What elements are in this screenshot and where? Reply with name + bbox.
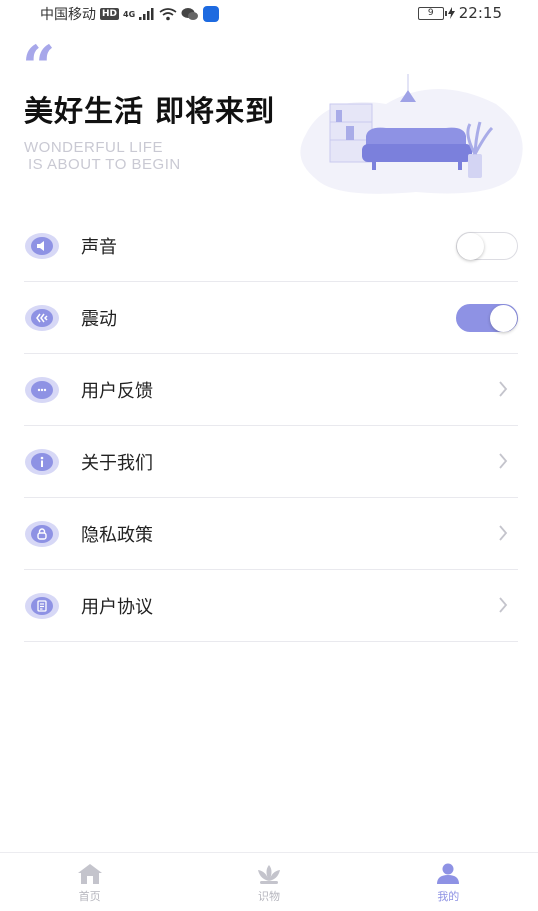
tab-home[interactable]: 首页 xyxy=(0,853,179,911)
setting-label: 震动 xyxy=(81,308,117,330)
vibration-toggle[interactable] xyxy=(456,304,518,332)
chevron-right-icon xyxy=(499,453,508,469)
chevron-right-icon xyxy=(499,597,508,613)
setting-label: 关于我们 xyxy=(81,452,153,474)
setting-row-privacy[interactable]: 隐私政策 xyxy=(24,498,518,570)
toggle-knob xyxy=(490,305,517,332)
setting-label: 用户协议 xyxy=(81,596,153,618)
vibrate-icon xyxy=(25,304,59,331)
subtitle-line-2: IS ABOUT TO BEGIN xyxy=(28,156,181,173)
setting-label: 用户反馈 xyxy=(81,380,153,402)
tab-label: 识物 xyxy=(257,890,280,903)
chevron-right-icon xyxy=(499,381,508,397)
home-icon xyxy=(77,864,102,884)
hd-badge: HD xyxy=(100,8,120,20)
tab-label: 我的 xyxy=(437,890,460,903)
tab-label: 首页 xyxy=(78,890,101,903)
tab-identify[interactable]: 识物 xyxy=(179,853,358,911)
setting-row-agreement[interactable]: 用户协议 xyxy=(24,570,518,642)
clock: 22:15 xyxy=(458,4,502,22)
setting-label: 隐私政策 xyxy=(81,524,153,546)
toggle-knob xyxy=(457,233,484,260)
status-left: 中国移动 HD 4G xyxy=(40,4,220,24)
chat-bubble-icon xyxy=(25,376,59,403)
status-bar: 中国移动 HD 4G 9 22:15 xyxy=(0,0,538,26)
bottom-tab-bar: 首页 识物 我的 xyxy=(0,852,538,911)
charging-icon xyxy=(447,7,455,19)
lotus-icon xyxy=(257,865,280,884)
setting-row-about[interactable]: 关于我们 xyxy=(24,426,518,498)
info-icon xyxy=(25,448,59,475)
wechat-icon xyxy=(181,8,199,20)
status-right: 9 22:15 xyxy=(417,4,502,22)
page-title: 美好生活 即将来到 xyxy=(24,94,276,128)
speaker-icon xyxy=(25,232,59,259)
network-type: 4G xyxy=(123,9,136,19)
subtitle-line-1: WONDERFUL LIFE xyxy=(24,139,163,156)
sound-toggle[interactable] xyxy=(456,232,518,260)
setting-label: 声音 xyxy=(81,236,117,258)
battery-icon: 9 xyxy=(417,6,447,20)
signal-icon xyxy=(139,8,154,20)
person-icon xyxy=(437,863,460,884)
living-room-illustration xyxy=(300,74,523,194)
tab-mine[interactable]: 我的 xyxy=(359,853,538,911)
chevron-right-icon xyxy=(499,525,508,541)
setting-row-feedback[interactable]: 用户反馈 xyxy=(24,354,518,426)
lock-icon xyxy=(25,520,59,547)
setting-row-sound: 声音 xyxy=(24,210,518,282)
app-notification-icon xyxy=(203,6,220,22)
document-icon xyxy=(25,592,59,619)
settings-list: 声音 震动 用户反馈 关于我们 隐私政策 用户协议 xyxy=(24,210,518,642)
setting-row-vibration: 震动 xyxy=(24,282,518,354)
wifi-icon xyxy=(159,7,177,20)
carrier-label: 中国移动 xyxy=(40,7,96,23)
